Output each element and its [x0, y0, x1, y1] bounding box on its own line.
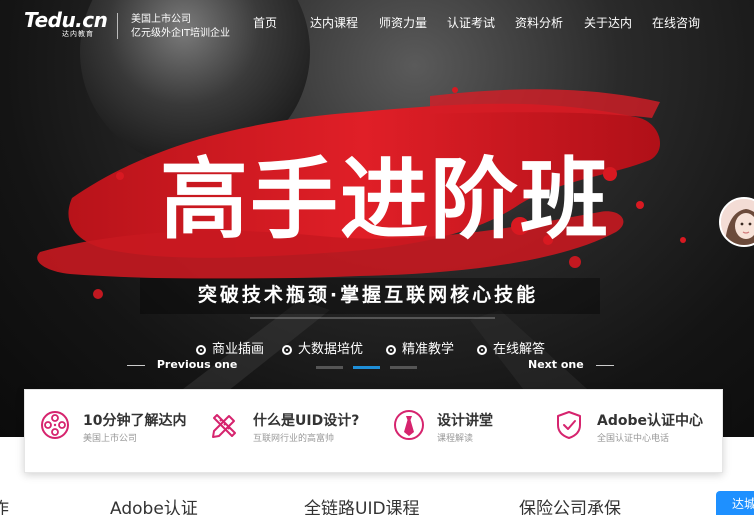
bottom-item[interactable]: 全链路UID课程 [304, 498, 420, 515]
nav-item-about[interactable]: 关于达内 [584, 15, 632, 31]
avatar-image [721, 199, 754, 245]
slogan-line-2: 亿元级外企IT培训企业 [131, 28, 231, 39]
hero-banner[interactable]: 高手进阶班 [0, 0, 754, 437]
bottom-item[interactable]: 保险公司承保 [519, 498, 621, 515]
banner-subtitle: 突破技术瓶颈·掌握互联网核心技能 [197, 284, 539, 306]
feature-title: Adobe认证中心 [597, 413, 703, 429]
bottom-item[interactable]: 作 [0, 498, 9, 515]
shield-check-icon [557, 411, 581, 439]
prev-slide-button[interactable]: Previous one [127, 358, 237, 372]
feature-subtitle: 美国上市公司 [83, 434, 138, 444]
feature-subtitle: 互联网行业的高富帅 [253, 434, 335, 444]
bottom-item[interactable]: Adobe认证 [110, 498, 198, 515]
radio-dot-icon [386, 345, 396, 355]
feature-title: 10分钟了解达内 [83, 413, 187, 429]
nav-item-consult[interactable]: 在线咨询 [652, 15, 700, 31]
banner-tag: 精准教学 [386, 341, 454, 359]
banner-tag: 在线解答 [477, 341, 545, 359]
next-slide-button[interactable]: Next one [528, 358, 614, 372]
feature-title: 设计讲堂 [437, 413, 493, 429]
slogan-line-1: 美国上市公司 [131, 14, 191, 25]
banner-tag: 大数据培优 [282, 341, 363, 359]
feature-title: 什么是UID设计? [253, 413, 360, 429]
arrow-left-icon [127, 364, 145, 366]
bottom-course-row: 作 Adobe认证 全链路UID课程 保险公司承保 [0, 495, 754, 515]
radio-dot-icon [282, 345, 292, 355]
site-logo[interactable]: Tedu.cn 达内教育 [24, 9, 108, 39]
page: 高手进阶班 Tedu.cn 达内教育 美国上市公司 亿元级外企IT培训企业 首页… [0, 0, 754, 515]
radio-dot-icon [196, 345, 206, 355]
logo-subtext: 达内教育 [62, 30, 94, 38]
nav-item-home[interactable]: 首页 [253, 15, 277, 31]
site-header: Tedu.cn 达内教育 美国上市公司 亿元级外企IT培训企业 首页 达内课程 … [0, 0, 754, 46]
banner-headline: 高手进阶班 [160, 147, 610, 251]
nav-item-certification[interactable]: 认证考试 [447, 15, 495, 31]
banner-tag: 商业插画 [196, 341, 264, 359]
tie-icon [394, 410, 424, 440]
feature-about-tedu[interactable]: 10分钟了解达内 美国上市公司 [39, 390, 199, 474]
hero-background: 高手进阶班 [37, 0, 686, 437]
film-reel-icon [41, 411, 69, 439]
pencil-ruler-icon [212, 414, 236, 438]
header-slogan: 美国上市公司 亿元级外企IT培训企业 [131, 13, 230, 41]
arrow-right-icon [595, 364, 614, 366]
slide-dot-1[interactable] [316, 366, 343, 369]
feature-subtitle: 全国认证中心电话 [597, 434, 670, 444]
floating-consult-button[interactable]: 达城 [716, 491, 754, 515]
feature-design-lecture[interactable]: 设计讲堂 课程解读 [393, 390, 543, 474]
feature-adobe-center[interactable]: Adobe认证中心 全国认证中心电话 [553, 390, 713, 474]
slide-dot-3[interactable] [390, 366, 417, 369]
logo-wordmark: Tedu.cn [24, 8, 108, 32]
feature-card: 10分钟了解达内 美国上市公司 什么是UID设计? 互联网行业的高富帅 设计讲堂… [24, 389, 723, 473]
nav-item-teachers[interactable]: 师资力量 [379, 15, 427, 31]
radio-dot-icon [477, 345, 487, 355]
header-divider [117, 13, 118, 39]
feature-subtitle: 课程解读 [437, 434, 474, 444]
nav-item-resources[interactable]: 资料分析 [515, 15, 563, 31]
slide-dot-2[interactable] [353, 366, 380, 369]
feature-uid-design[interactable]: 什么是UID设计? 互联网行业的高富帅 [209, 390, 379, 474]
nav-item-courses[interactable]: 达内课程 [310, 15, 358, 31]
